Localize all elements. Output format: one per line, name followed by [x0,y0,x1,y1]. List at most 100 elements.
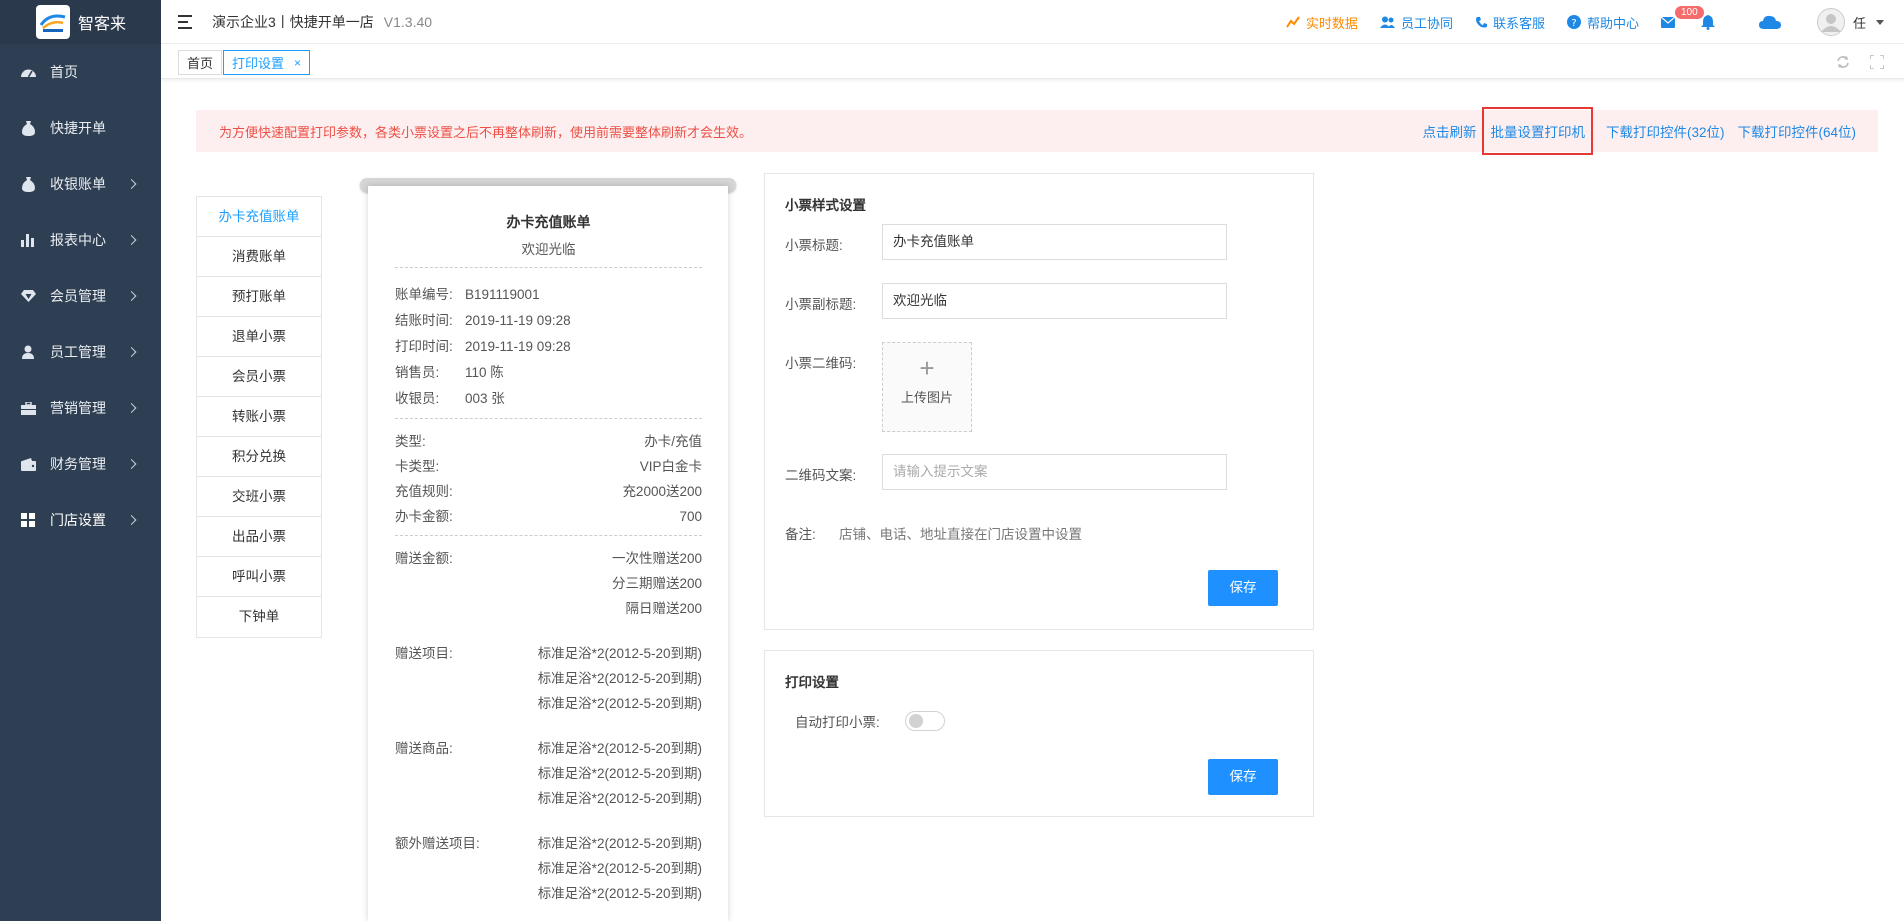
ticket-menu-item[interactable]: 办卡充值账单 [197,197,321,237]
receipt-value: 2019-11-19 09:28 [465,313,571,328]
upload-text: 上传图片 [900,390,953,405]
store-title: 演示企业3丨快捷开单一店 [212,13,374,30]
save-print-button[interactable]: 保存 [1208,759,1278,795]
receipt-row: 收银员: 003 张 [395,386,702,412]
help-center-link[interactable]: ? 帮助中心 [1566,13,1639,32]
ticket-menu-item[interactable]: 转账小票 [197,397,321,437]
receipt-value: 标准足浴*2(2012-5-20到期) [537,861,702,876]
receipt-block-gift-goods: 赠送商品: 标准足浴*2(2012-5-20到期) 标准足浴*2(2012-5-20… [395,736,702,811]
moneybag-icon [20,176,36,192]
receipt-value: 标准足浴*2(2012-5-20到期) [537,791,702,806]
qrcode-upload[interactable]: + 上传图片 [882,342,972,432]
phone-icon [1475,16,1487,27]
realtime-data-link[interactable]: 实时数据 [1286,13,1358,32]
sidebar-item-8[interactable]: 门店设置 [0,492,161,548]
ticket-menu-item[interactable]: 积分兑换 [197,437,321,477]
sidebar-item-label: 报表中心 [50,232,106,248]
ticket-menu-item[interactable]: 预打账单 [197,277,321,317]
receipt-value: 标准足浴*2(2012-5-20到期) [537,836,702,851]
notification-button[interactable] [1700,14,1721,30]
tab-close-icon[interactable]: × [294,56,301,70]
refresh-icon[interactable] [1836,55,1850,69]
receipt-key: 收银员: [395,391,440,406]
sidebar-item-4[interactable]: 会员管理 [0,268,161,324]
receipt-key: 赠送金额: [395,551,453,566]
receipt-value: 标准足浴*2(2012-5-20到期) [537,766,702,781]
receipt-value: B191119001 [465,287,540,302]
note-label: 备注: [785,527,816,542]
receipt-value: 充2000送200 [622,484,702,499]
trend-icon [1286,16,1300,28]
batch-printer-link[interactable]: 批量设置打印机 [1482,107,1593,155]
cloud-button[interactable] [1758,15,1787,29]
brand[interactable]: 智客来 [0,0,161,44]
ticket-subtitle-input[interactable]: 欢迎光临 [882,283,1227,319]
receipt-row: 办卡金额: 700 [395,504,702,529]
receipt-block-gift-amount: 赠送金额: 一次性赠送200 分三期赠送200 隔日赠送200 [395,546,702,621]
download-32bit-link[interactable]: 下载打印控件(32位) [1606,121,1725,141]
sidebar-item-label: 门店设置 [50,512,106,528]
receipt-key: 充值规则: [395,484,453,499]
auto-print-toggle[interactable] [905,711,945,731]
sidebar-item-5[interactable]: 员工管理 [0,324,161,380]
receipt-value: 分三期赠送200 [611,576,702,591]
ticket-menu-item[interactable]: 消费账单 [197,237,321,277]
receipt-value: 2019-11-19 09:28 [465,339,571,354]
chevron-right-icon [126,459,137,469]
sidebar-item-label: 员工管理 [50,344,106,360]
help-icon: ? [1566,15,1581,29]
fullscreen-icon[interactable] [1870,55,1884,69]
print-panel-title: 打印设置 [785,675,839,690]
user-menu[interactable]: 任 [1816,8,1884,36]
qrcode-text-label: 二维码文案: [785,468,857,483]
brand-name: 智客来 [78,16,127,33]
briefcase-icon [20,400,36,416]
ticket-menu-item[interactable]: 下钟单 [197,597,321,637]
sidebar-item-6[interactable]: 营销管理 [0,380,161,436]
tab-home[interactable]: 首页 [178,50,223,75]
qrcode-text-input[interactable]: 请输入提示文案 [882,454,1227,490]
ticket-menu-item[interactable]: 出品小票 [197,517,321,557]
sidebar-item-1[interactable]: 快捷开单 [0,100,161,156]
receipt-key: 销售员: [395,365,440,380]
receipt-key: 赠送商品: [395,741,453,756]
ticket-title-input[interactable]: 办卡充值账单 [882,224,1227,260]
version-label: V1.3.40 [383,13,433,30]
receipt-value: 一次性赠送200 [611,551,702,566]
sidebar-item-0[interactable]: 首页 [0,44,161,100]
receipt-value: 标准足浴*2(2012-5-20到期) [537,646,702,661]
ticket-menu-item[interactable]: 呼叫小票 [197,557,321,597]
download-64bit-link[interactable]: 下载打印控件(64位) [1737,121,1856,141]
ticket-menu-item[interactable]: 交班小票 [197,477,321,517]
caret-down-icon [1876,19,1884,25]
menu-toggle-icon[interactable] [178,14,196,29]
sidebar-item-2[interactable]: 收银账单 [0,156,161,212]
mail-badge: 100 [1675,6,1704,19]
staff-collab-link[interactable]: 员工协同 [1379,13,1453,32]
ticket-menu-item[interactable]: 会员小票 [197,357,321,397]
ticket-style-panel: 小票样式设置 小票标题: 办卡充值账单 小票副标题: 欢迎光临 小票二维码: +… [764,173,1314,630]
receipt-row: 充值规则: 充2000送200 [395,479,702,504]
receipt-key: 结账时间: [395,313,453,328]
user-icon [20,344,36,360]
ticket-subtitle-label: 小票副标题: [785,297,857,312]
style-panel-title: 小票样式设置 [785,198,866,213]
receipt-block-gift-items: 赠送项目: 标准足浴*2(2012-5-20到期) 标准足浴*2(2012-5-20… [395,641,702,716]
contact-service-link[interactable]: 联系客服 [1475,13,1545,32]
grid-icon [20,512,36,528]
svg-text:?: ? [1571,18,1576,29]
chevron-right-icon [126,515,137,525]
receipt-subtitle: 欢迎光临 [521,242,576,257]
refresh-link[interactable]: 点击刷新 [1422,121,1476,141]
tab-print-settings[interactable]: 打印设置 × [223,50,311,75]
receipt-row: 结账时间: 2019-11-19 09:28 [395,308,702,334]
bar-chart-icon [20,232,36,248]
save-style-button[interactable]: 保存 [1208,570,1278,606]
chevron-right-icon [126,403,137,413]
receipt-value: 标准足浴*2(2012-5-20到期) [537,671,702,686]
gauge-icon [20,64,36,80]
ticket-menu-item[interactable]: 退单小票 [197,317,321,357]
sidebar-item-7[interactable]: 财务管理 [0,436,161,492]
sidebar-item-3[interactable]: 报表中心 [0,212,161,268]
chevron-right-icon [126,291,137,301]
